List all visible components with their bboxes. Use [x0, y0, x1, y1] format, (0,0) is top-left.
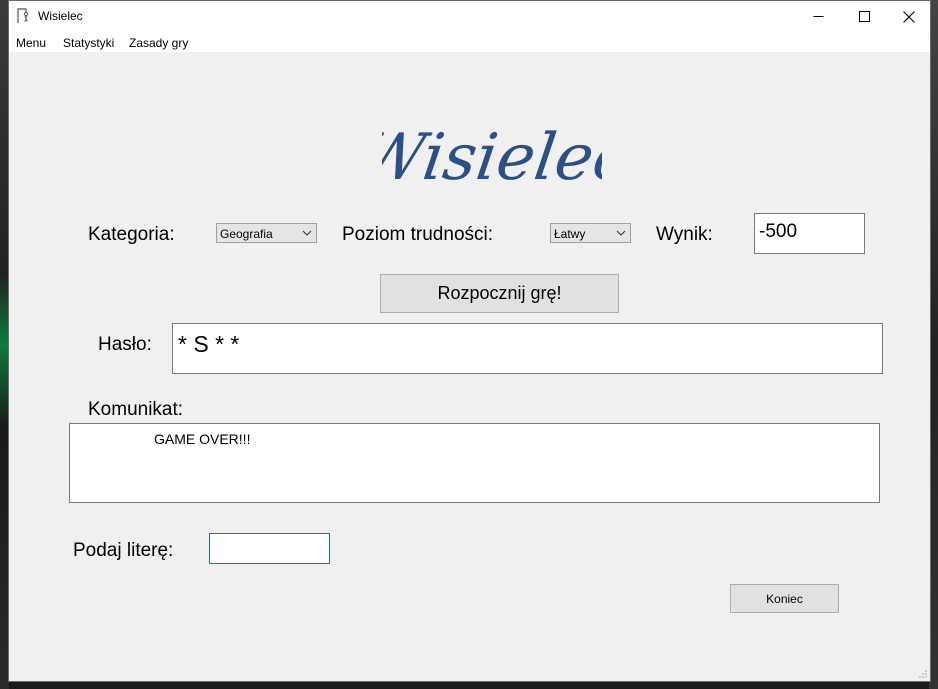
menu-item-statystyki[interactable]: Statystyki: [63, 36, 114, 50]
password-field: * S * *: [172, 323, 883, 374]
resize-grip-icon[interactable]: [918, 669, 928, 679]
password-value: * S * *: [178, 331, 240, 357]
difficulty-select-value: Łatwy: [554, 227, 586, 241]
menu-item-zasady-gry[interactable]: Zasady gry: [129, 36, 188, 50]
message-field: GAME OVER!!!: [69, 423, 880, 503]
minimize-icon: [813, 16, 823, 17]
end-button-label: Koniec: [766, 591, 803, 606]
app-window: Wisielec Menu Statystyki Zasady gry Wisi…: [8, 0, 931, 682]
chevron-down-icon: [302, 230, 312, 236]
start-game-button[interactable]: Rozpocznij grę!: [380, 274, 619, 313]
score-value: -500: [759, 221, 798, 242]
maximize-icon: [858, 11, 870, 22]
score-field: -500: [754, 213, 865, 254]
password-label: Hasło:: [98, 334, 152, 355]
minimize-button[interactable]: [795, 1, 841, 32]
close-button[interactable]: [886, 1, 932, 32]
category-label: Kategoria:: [88, 224, 175, 245]
menu-item-menu[interactable]: Menu: [16, 36, 46, 50]
start-game-button-label: Rozpocznij grę!: [437, 283, 562, 303]
category-select[interactable]: Geografia: [216, 223, 317, 243]
difficulty-select[interactable]: Łatwy: [550, 223, 631, 243]
category-select-value: Geografia: [220, 227, 273, 241]
letter-label: Podaj literę:: [73, 540, 174, 561]
message-label: Komunikat:: [88, 399, 184, 420]
maximize-button[interactable]: [841, 1, 887, 32]
game-logo: Wisielec: [382, 120, 602, 195]
message-value: GAME OVER!!!: [154, 431, 251, 447]
difficulty-label: Poziom trudności:: [342, 224, 494, 245]
score-label: Wynik:: [656, 224, 713, 245]
end-button[interactable]: Koniec: [730, 584, 839, 613]
chevron-down-icon: [616, 230, 626, 236]
close-icon: [903, 10, 915, 23]
letter-input[interactable]: [209, 533, 330, 564]
hangman-app-icon: [17, 8, 29, 23]
title-bar[interactable]: Wisielec: [9, 1, 930, 32]
logo-text: Wisielec: [382, 120, 602, 195]
window-title: Wisielec: [38, 9, 83, 23]
menu-bar: Menu Statystyki Zasady gry: [9, 32, 930, 52]
